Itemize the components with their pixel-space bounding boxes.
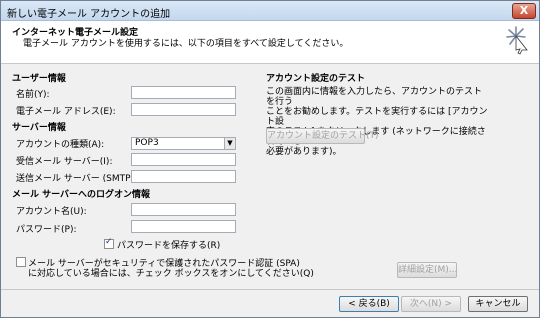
window-title: 新しい電子メール アカウントの追加 (7, 9, 171, 20)
email-field[interactable] (131, 103, 236, 116)
header-subtitle: 電子メール アカウントを使用するには、以下の項目をすべて設定してください。 (23, 39, 349, 49)
save-password-label[interactable]: パスワードを保存する(R) (117, 238, 220, 251)
logon-info-heading: メール サーバーへのログオン情報 (12, 190, 151, 200)
test-account-settings-button[interactable]: アカウント設定のテスト(T) (266, 128, 379, 144)
test-description-line: ことをお勧めします。テストを実行するには [アカウント設 (266, 107, 488, 127)
account-type-label: アカウントの種類(A): (16, 140, 105, 150)
starburst-icon (506, 26, 528, 55)
account-type-value: POP3 (135, 138, 159, 148)
more-settings-button[interactable]: 詳細設定(M)... (397, 262, 457, 278)
cancel-button[interactable]: キャンセル (468, 296, 528, 312)
chevron-down-icon[interactable]: ▼ (224, 138, 235, 149)
close-icon: X (519, 4, 529, 17)
test-heading: アカウント設定のテスト (266, 74, 366, 84)
email-label: 電子メール アドレス(E): (16, 107, 116, 117)
incoming-server-field[interactable] (131, 153, 236, 166)
footer-divider (1, 289, 539, 290)
account-type-select[interactable]: POP3 ▼ (131, 137, 236, 150)
name-label: 名前(Y): (16, 90, 50, 100)
password-label: パスワード(P): (16, 225, 77, 235)
test-description: この画面内に情報を入力したら、アカウントのテストを行う ことをお勧めします。テス… (266, 87, 488, 157)
incoming-server-label: 受信メール サーバー(I): (16, 157, 113, 167)
header-panel: インターネット電子メール設定 電子メール アカウントを使用するには、以下の項目を… (1, 21, 539, 64)
user-info-heading: ユーザー情報 (12, 74, 66, 84)
close-button[interactable]: X (512, 3, 536, 19)
server-info-heading: サーバー情報 (12, 123, 66, 133)
dialog-window: 新しい電子メール アカウントの追加 X インターネット電子メール設定 電子メール… (0, 0, 540, 318)
spa-label-line2[interactable]: に対応している場合には、チェック ボックスをオンにしてください(Q) (28, 266, 314, 279)
test-description-line: この画面内に情報を入力したら、アカウントのテストを行う (266, 87, 483, 107)
name-field[interactable] (131, 86, 236, 99)
test-description-line: 必要があります)。 (266, 147, 342, 157)
outgoing-server-field[interactable] (131, 170, 236, 183)
account-name-label: アカウント名(U): (16, 207, 87, 217)
back-button[interactable]: < 戻る(B) (339, 296, 399, 312)
spa-checkbox[interactable] (16, 257, 26, 267)
next-button[interactable]: 次へ(N) > (401, 296, 461, 312)
account-name-field[interactable] (131, 203, 236, 216)
password-field[interactable] (131, 220, 236, 233)
save-password-checkbox[interactable] (104, 237, 114, 249)
title-bar[interactable]: 新しい電子メール アカウントの追加 X (1, 1, 539, 21)
